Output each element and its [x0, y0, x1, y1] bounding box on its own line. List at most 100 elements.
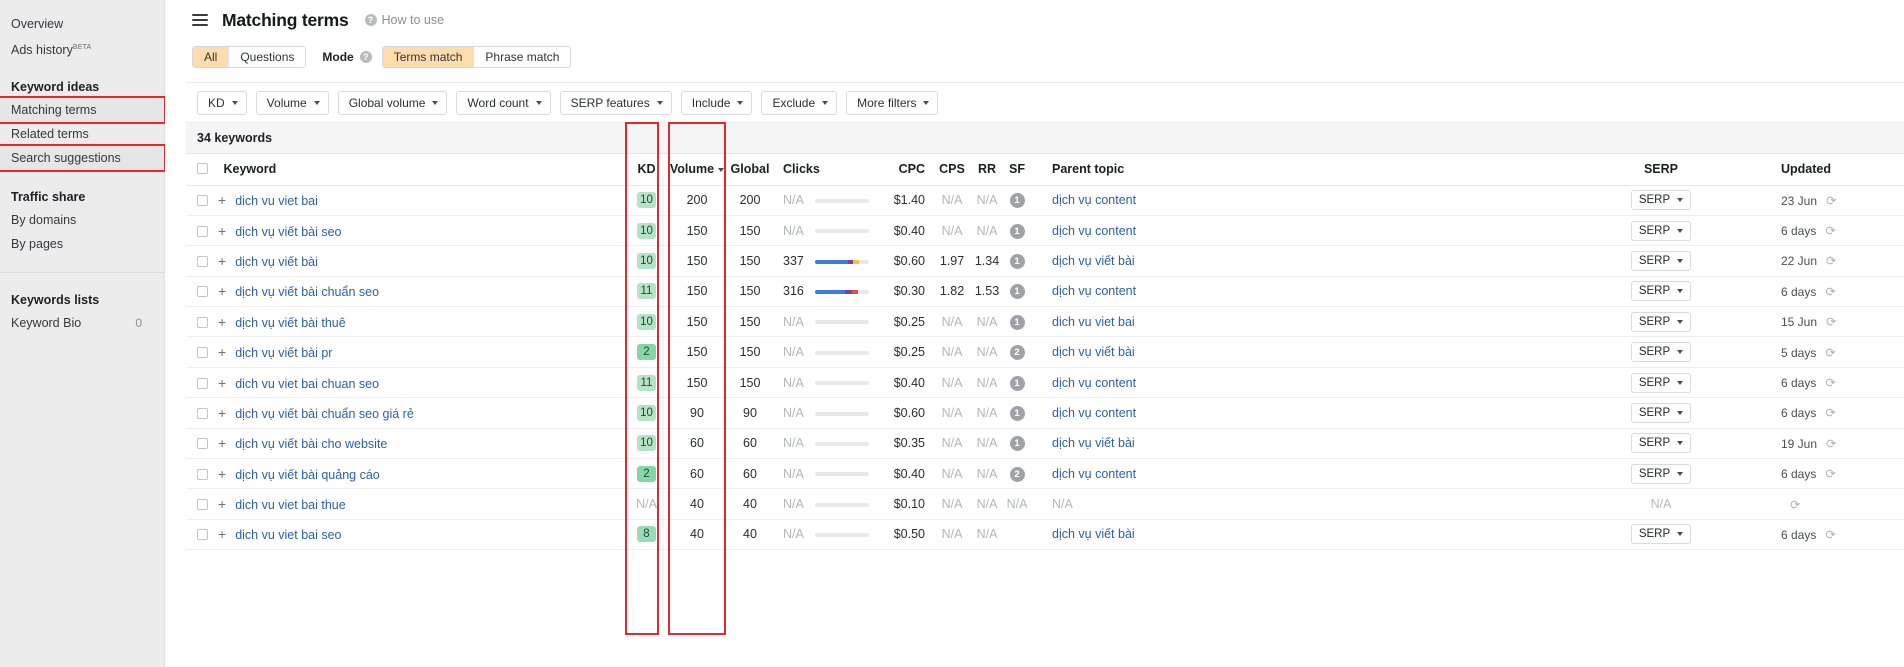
refresh-icon[interactable]: ⟳ [1790, 497, 1800, 512]
filter-kd[interactable]: KD [197, 91, 247, 115]
row-checkbox[interactable] [197, 317, 208, 328]
serp-button[interactable]: SERP [1631, 464, 1691, 484]
keyword-link[interactable]: dich vu viet bai thue [235, 498, 346, 512]
sidebar-item-ads-history[interactable]: Ads historyBETA [0, 36, 164, 60]
keyword-link[interactable]: dich vu viet bai chuan seo [235, 377, 379, 391]
tab-all[interactable]: All [193, 47, 229, 67]
add-keyword-icon[interactable]: + [218, 526, 226, 542]
column-header-clicks[interactable]: Clicks [774, 154, 878, 185]
tab-questions[interactable]: Questions [229, 47, 305, 67]
how-to-use-link[interactable]: ? How to use [365, 13, 445, 27]
row-checkbox[interactable] [197, 256, 208, 267]
add-keyword-icon[interactable]: + [218, 253, 226, 269]
row-checkbox[interactable] [197, 408, 208, 419]
add-keyword-icon[interactable]: + [218, 283, 226, 299]
serp-button[interactable]: SERP [1631, 221, 1691, 241]
parent-topic-link[interactable]: dịch vụ viết bài [1052, 254, 1135, 268]
row-checkbox[interactable] [197, 195, 208, 206]
sidebar-item-keyword-bio[interactable]: Keyword Bio 0 [0, 311, 164, 335]
sidebar-item-by-pages[interactable]: By pages [0, 232, 164, 256]
row-checkbox[interactable] [197, 438, 208, 449]
serp-button[interactable]: SERP [1631, 433, 1691, 453]
keyword-link[interactable]: dịch vụ viết bài thuê [235, 316, 346, 330]
table-row[interactable]: +dich vu viet bai thueN/A4040N/A$0.10N/A… [186, 489, 1904, 519]
table-row[interactable]: +dịch vụ viết bài chuẩn seo giá rẻ109090… [186, 398, 1904, 428]
row-checkbox[interactable] [197, 378, 208, 389]
refresh-icon[interactable]: ⟳ [1826, 436, 1836, 451]
filter-exclude[interactable]: Exclude [761, 91, 837, 115]
add-keyword-icon[interactable]: + [218, 192, 226, 208]
column-header-cpc[interactable]: CPC [878, 154, 933, 185]
table-row[interactable]: +dịch vụ viết bài seo10150150N/A$0.40N/A… [186, 215, 1904, 245]
column-header-keyword[interactable]: Keyword [186, 154, 625, 185]
refresh-icon[interactable]: ⟳ [1825, 284, 1835, 299]
keyword-link[interactable]: dich vu viet bai seo [235, 528, 341, 542]
sidebar-item-search-suggestions[interactable]: Search suggestions [0, 146, 164, 170]
add-keyword-icon[interactable]: + [218, 435, 226, 451]
row-checkbox[interactable] [197, 226, 208, 237]
table-row[interactable]: +dịch vụ viết bài cho website106060N/A$0… [186, 428, 1904, 458]
parent-topic-link[interactable]: dịch vụ content [1052, 467, 1136, 481]
table-row[interactable]: +dịch vụ viết bài chuẩn seo11150150316$0… [186, 276, 1904, 306]
keyword-link[interactable]: dịch vụ viết bài [235, 255, 318, 269]
keyword-link[interactable]: dịch vụ viết bài seo [235, 225, 341, 239]
refresh-icon[interactable]: ⟳ [1825, 375, 1835, 390]
refresh-icon[interactable]: ⟳ [1825, 466, 1835, 481]
hamburger-icon[interactable] [192, 14, 208, 26]
keyword-link[interactable]: dịch vụ viết bài chuẩn seo giá rẻ [235, 407, 414, 421]
parent-topic-link[interactable]: dịch vụ viết bài [1052, 345, 1135, 359]
parent-topic-link[interactable]: dich vu viet bai [1052, 315, 1135, 329]
column-header-sf[interactable]: SF [1003, 154, 1031, 185]
parent-topic-link[interactable]: dịch vụ content [1052, 224, 1136, 238]
refresh-icon[interactable]: ⟳ [1825, 405, 1835, 420]
table-row[interactable]: +dịch vụ viết bài10150150337$0.601.971.3… [186, 246, 1904, 276]
parent-topic-link[interactable]: dịch vụ viết bài [1052, 436, 1135, 450]
serp-button[interactable]: SERP [1631, 403, 1691, 423]
table-row[interactable]: +dịch vụ viết bài quảng cáo26060N/A$0.40… [186, 459, 1904, 489]
serp-button[interactable]: SERP [1631, 312, 1691, 332]
column-header-kd[interactable]: KD [625, 154, 668, 185]
mode-help-icon[interactable]: ? [360, 51, 372, 63]
sidebar-item-overview[interactable]: Overview [0, 12, 164, 36]
row-checkbox[interactable] [197, 499, 208, 510]
refresh-icon[interactable]: ⟳ [1825, 345, 1835, 360]
refresh-icon[interactable]: ⟳ [1825, 223, 1835, 238]
parent-topic-link[interactable]: dịch vụ content [1052, 284, 1136, 298]
keyword-link[interactable]: dịch vụ viết bài chuẩn seo [235, 285, 379, 299]
serp-button[interactable]: SERP [1631, 251, 1691, 271]
add-keyword-icon[interactable]: + [218, 496, 226, 512]
add-keyword-icon[interactable]: + [218, 466, 226, 482]
select-all-checkbox[interactable] [197, 163, 208, 174]
parent-topic-link[interactable]: dịch vụ content [1052, 193, 1136, 207]
filter-include[interactable]: Include [681, 91, 753, 115]
add-keyword-icon[interactable]: + [218, 314, 226, 330]
column-header-volume[interactable]: Volume [668, 154, 726, 185]
table-row[interactable]: +dịch vụ viết bài pr2150150N/A$0.25N/AN/… [186, 337, 1904, 367]
filter-global-volume[interactable]: Global volume [338, 91, 448, 115]
column-header-parent-topic[interactable]: Parent topic [1031, 154, 1551, 185]
filter-volume[interactable]: Volume [256, 91, 329, 115]
refresh-icon[interactable]: ⟳ [1825, 527, 1835, 542]
column-header-cps[interactable]: CPS [933, 154, 971, 185]
refresh-icon[interactable]: ⟳ [1826, 193, 1836, 208]
filter-word-count[interactable]: Word count [456, 91, 550, 115]
serp-button[interactable]: SERP [1631, 190, 1691, 210]
refresh-icon[interactable]: ⟳ [1826, 253, 1836, 268]
add-keyword-icon[interactable]: + [218, 344, 226, 360]
row-checkbox[interactable] [197, 469, 208, 480]
table-row[interactable]: +dich vu viet bai10200200N/A$1.40N/AN/A1… [186, 185, 1904, 215]
parent-topic-link[interactable]: dịch vụ content [1052, 406, 1136, 420]
tab-phrase-match[interactable]: Phrase match [474, 47, 570, 67]
sidebar-item-related-terms[interactable]: Related terms [0, 122, 164, 146]
row-checkbox[interactable] [197, 286, 208, 297]
filter-serp-features[interactable]: SERP features [560, 91, 672, 115]
keyword-link[interactable]: dịch vụ viết bài pr [235, 346, 332, 360]
tab-terms-match[interactable]: Terms match [383, 47, 475, 67]
parent-topic-link[interactable]: dịch vụ viết bài [1052, 527, 1135, 541]
keyword-link[interactable]: dịch vụ viết bài cho website [235, 437, 387, 451]
serp-button[interactable]: SERP [1631, 524, 1691, 544]
table-row[interactable]: +dịch vụ viết bài thuê10150150N/A$0.25N/… [186, 307, 1904, 337]
add-keyword-icon[interactable]: + [218, 375, 226, 391]
table-row[interactable]: +dich vu viet bai seo84040N/A$0.50N/AN/A… [186, 519, 1904, 549]
serp-button[interactable]: SERP [1631, 281, 1691, 301]
